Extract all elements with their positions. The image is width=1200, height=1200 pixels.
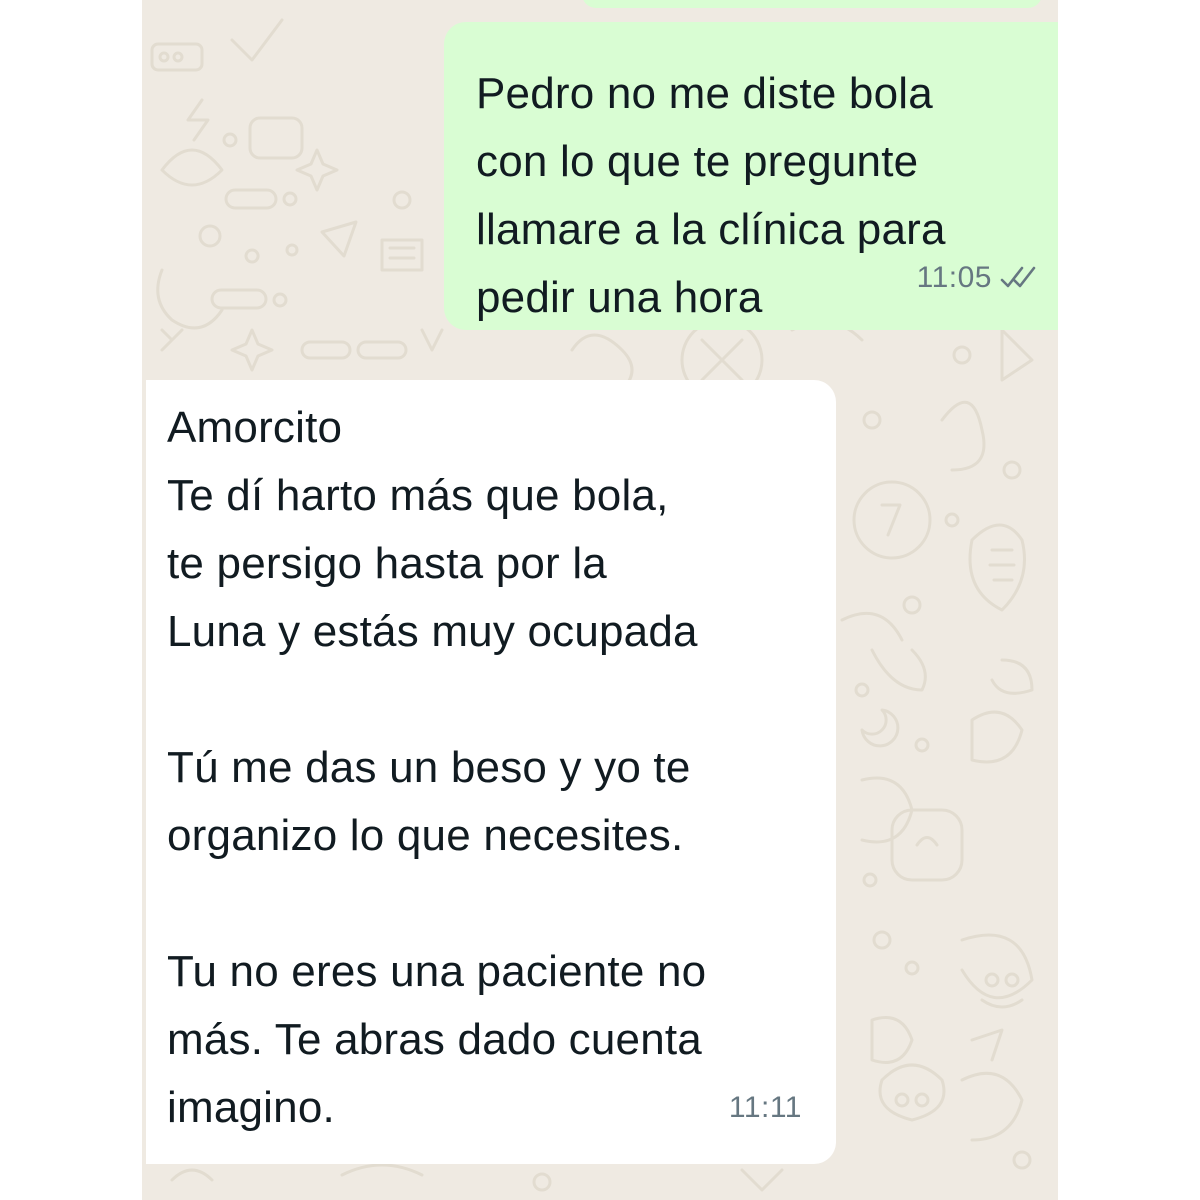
outgoing-message-meta: 11:05 bbox=[917, 244, 1036, 312]
message-timestamp: 11:05 bbox=[916, 261, 992, 294]
message-line: Pedro no me diste bola bbox=[476, 69, 933, 118]
message-line: te persigo hasta por la bbox=[167, 539, 607, 588]
incoming-message-bubble[interactable]: Amorcito Te dí harto más que bola, te pe… bbox=[146, 380, 836, 1164]
message-line: Luna y estás muy ocupada bbox=[167, 607, 698, 656]
chat-pane[interactable]: Pedro no me diste bola con lo que te pre… bbox=[142, 0, 1058, 1200]
message-line: con lo que te pregunte bbox=[476, 137, 919, 186]
message-line: imagino. bbox=[167, 1083, 335, 1132]
screenshot-frame: Pedro no me diste bola con lo que te pre… bbox=[0, 0, 1200, 1200]
incoming-message-text: Amorcito Te dí harto más que bola, te pe… bbox=[167, 394, 706, 1142]
outgoing-message-bubble[interactable]: Pedro no me diste bola con lo que te pre… bbox=[444, 22, 1058, 330]
message-line: Tú me das un beso y yo te bbox=[167, 743, 691, 792]
message-timestamp: 11:11 bbox=[728, 1091, 802, 1124]
message-line: Te dí harto más que bola, bbox=[167, 471, 669, 520]
incoming-message-meta: 11:11 bbox=[729, 1074, 802, 1142]
message-line: organizo lo que necesites. bbox=[167, 811, 684, 860]
message-line: Tu no eres una paciente no bbox=[167, 947, 707, 996]
message-line: más. Te abras dado cuenta bbox=[167, 1015, 702, 1064]
double-check-icon bbox=[1000, 266, 1036, 288]
message-line: Amorcito bbox=[167, 403, 343, 452]
previous-message-bubble-edge bbox=[582, 0, 1042, 8]
